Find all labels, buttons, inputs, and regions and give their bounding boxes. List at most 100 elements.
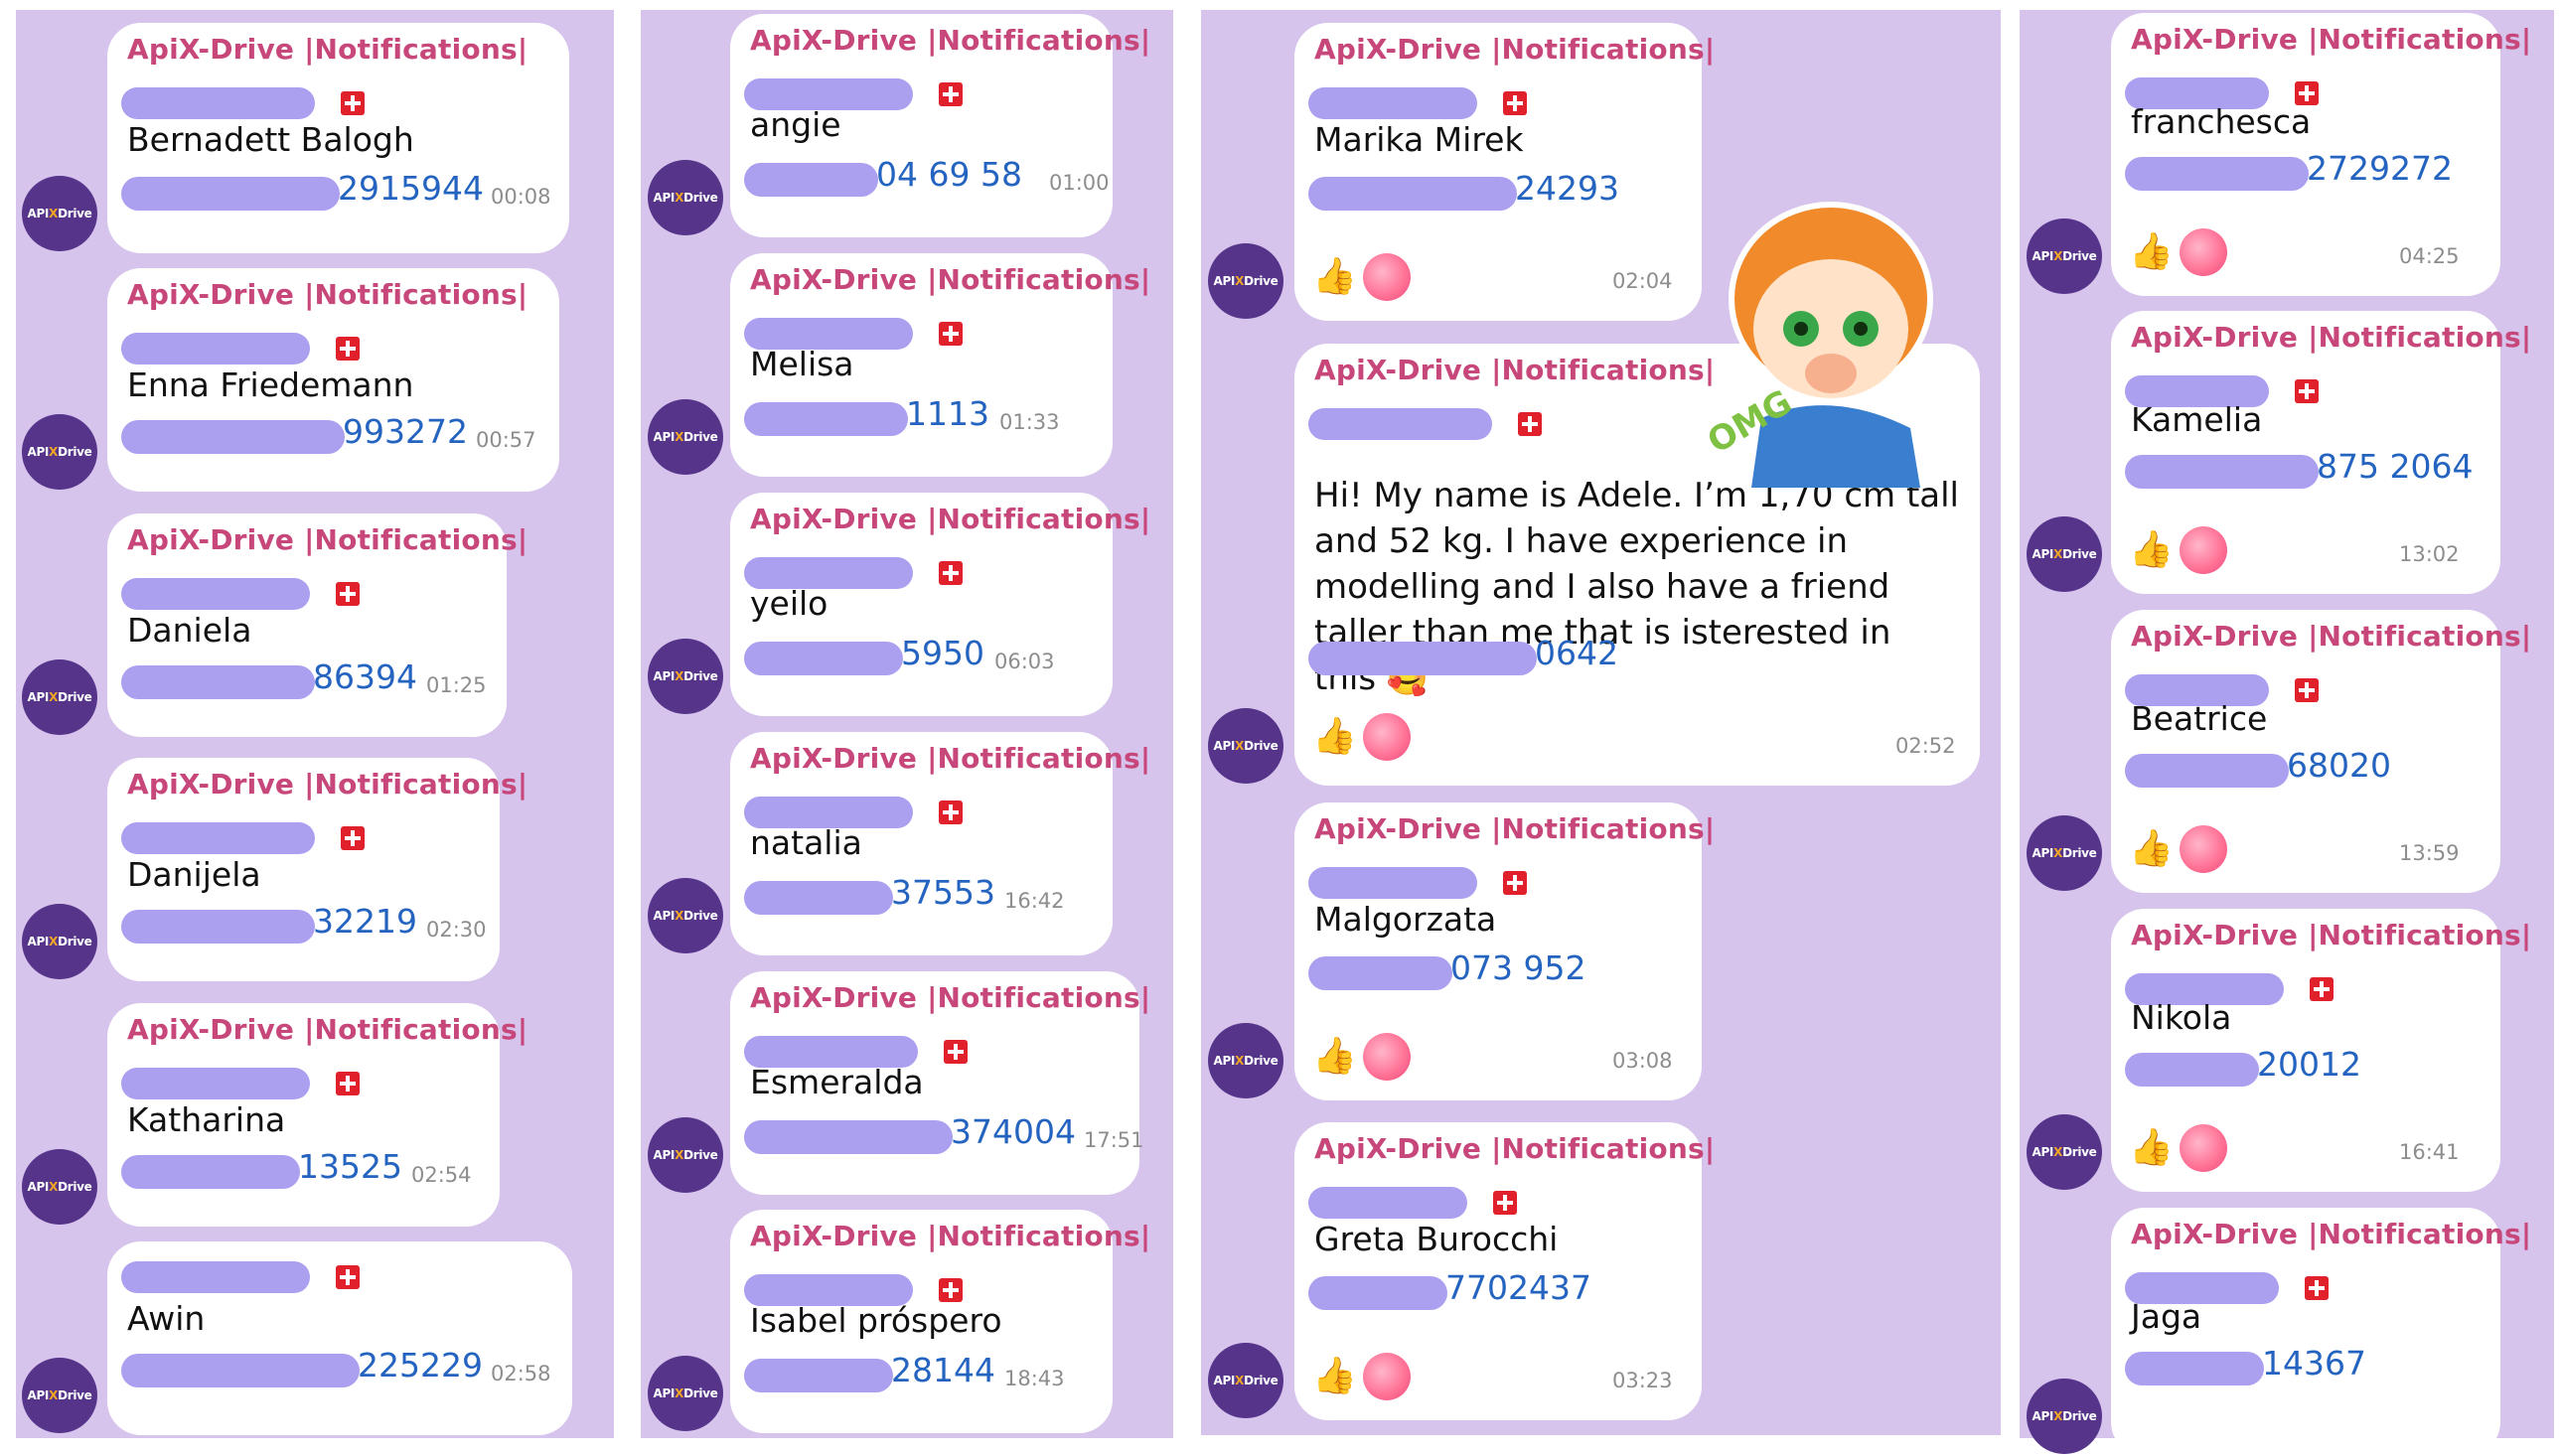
phone-number[interactable]: 1113 <box>906 394 989 433</box>
reactions[interactable]: 👍 <box>2129 228 2227 276</box>
avatar-label: APIXDrive <box>2032 547 2097 561</box>
bot-avatar[interactable]: APIXDrive <box>648 1117 723 1193</box>
message-bubble[interactable]: ApiX-Drive |Notifications| Isabel prósper… <box>730 1210 1150 1433</box>
phone-number[interactable]: 073 952 <box>1450 948 1585 987</box>
bot-avatar[interactable]: APIXDrive <box>648 639 723 714</box>
contact-name: Katharina <box>127 1100 286 1139</box>
contact-name: Jaga <box>2131 1297 2202 1336</box>
redacted-phone <box>744 402 908 436</box>
thumbs-up-icon: 👍 <box>1312 1356 1357 1396</box>
bot-avatar[interactable]: APIXDrive <box>648 160 723 235</box>
redacted-phone <box>2125 455 2319 489</box>
phone-number[interactable]: 0642 <box>1535 634 1618 672</box>
phone-number[interactable]: 32219 <box>313 902 417 941</box>
bot-avatar[interactable]: APIXDrive <box>22 1358 97 1433</box>
phone-number[interactable]: 374004 <box>951 1112 1076 1151</box>
bot-avatar[interactable]: APIXDrive <box>22 904 97 979</box>
bot-avatar[interactable]: APIXDrive <box>2027 516 2102 592</box>
message-bubble[interactable]: ApiX-Drive |Notifications| franchesca 2729… <box>2111 13 2531 296</box>
avatar-label: APIXDrive <box>2032 1145 2097 1159</box>
reactions[interactable]: 👍 <box>1312 1033 1411 1081</box>
message-bubble[interactable]: ApiX-Drive |Notifications| Beatrice 68020 1… <box>2111 610 2531 893</box>
message-time: 16:41 <box>2399 1140 2460 1164</box>
bot-avatar[interactable]: APIXDrive <box>648 1356 723 1431</box>
bot-avatar[interactable]: APIXDrive <box>1208 1343 1283 1418</box>
message-time: 02:04 <box>1612 269 1673 293</box>
sender-header: ApiX-Drive |Notifications| <box>1314 33 1716 66</box>
phone-number[interactable]: 37553 <box>891 873 995 912</box>
bot-avatar[interactable]: APIXDrive <box>22 176 97 251</box>
message-bubble[interactable]: ApiX-Drive |Notifications| Enna Friedeman… <box>107 268 559 492</box>
message-bubble[interactable]: ApiX-Drive |Notifications| Melisa 1113 01:3… <box>730 253 1150 477</box>
redacted-sender <box>121 822 315 854</box>
bot-avatar[interactable]: APIXDrive <box>2027 815 2102 891</box>
redacted-phone <box>1308 1276 1447 1310</box>
message-bubble[interactable]: ApiX-Drive |Notifications| Bernadett Balo… <box>107 23 569 253</box>
thumbs-up-icon: 👍 <box>1312 1036 1357 1077</box>
bot-avatar[interactable]: APIXDrive <box>648 399 723 475</box>
message-bubble[interactable]: ApiX-Drive |Notifications| Marika Mirek 24… <box>1294 23 1715 321</box>
message-bubble[interactable]: ApiX-Drive |Notifications| Esmeralda 37400… <box>730 971 1150 1195</box>
phone-number[interactable]: 24293 <box>1515 169 1619 208</box>
bot-avatar[interactable]: APIXDrive <box>22 1149 97 1225</box>
avatar-label: APIXDrive <box>2032 1409 2097 1423</box>
swiss-flag-icon <box>939 322 963 346</box>
message-bubble[interactable]: ApiX-Drive |Notifications| Malgorzata 073 … <box>1294 802 1715 1100</box>
phone-number[interactable]: 5950 <box>901 634 984 672</box>
bot-avatar[interactable]: APIXDrive <box>22 659 97 735</box>
phone-number[interactable]: 20012 <box>2257 1045 2361 1084</box>
reactions[interactable]: 👍 <box>1312 253 1411 301</box>
reactions[interactable]: 👍 <box>2129 526 2227 574</box>
swiss-flag-icon <box>336 1072 360 1095</box>
message-bubble[interactable]: ApiX-Drive |Notifications| Daniela 86394 01… <box>107 513 527 737</box>
redacted-sender <box>121 578 310 610</box>
omg-sticker-icon: OMG <box>1701 190 1960 492</box>
message-bubble[interactable]: ApiX-Drive |Notifications| natalia 37553 16… <box>730 732 1150 955</box>
bot-avatar[interactable]: APIXDrive <box>2027 1114 2102 1190</box>
swiss-flag-icon <box>2295 379 2319 403</box>
reactions[interactable]: 👍 <box>1312 713 1411 761</box>
bot-avatar[interactable]: APIXDrive <box>648 878 723 953</box>
phone-number[interactable]: 993272 <box>343 412 468 451</box>
phone-number[interactable]: 28144 <box>891 1351 995 1389</box>
reactions[interactable]: 👍 <box>1312 1353 1411 1400</box>
phone-number[interactable]: 875 2064 <box>2317 447 2473 486</box>
phone-number[interactable]: 2729272 <box>2307 149 2453 188</box>
message-time: 13:59 <box>2399 841 2460 865</box>
message-bubble[interactable]: ApiX-Drive |Notifications| Greta Burocchi… <box>1294 1122 1715 1420</box>
message-bubble[interactable]: ApiX-Drive |Notifications| Katharina 13525… <box>107 1003 527 1227</box>
phone-number[interactable]: 04 69 58 <box>876 155 1022 194</box>
bot-avatar[interactable]: APIXDrive <box>1208 1023 1283 1098</box>
phone-number[interactable]: 13525 <box>298 1147 402 1186</box>
phone-number[interactable]: 225229 <box>358 1346 483 1384</box>
avatar-label: APIXDrive <box>653 430 718 444</box>
message-time: 13:02 <box>2399 542 2460 566</box>
phone-number[interactable]: 86394 <box>313 657 417 696</box>
message-bubble[interactable]: ApiX-Drive |Notifications| angie 04 69 58 0… <box>730 14 1150 237</box>
message-bubble[interactable]: ApiX-Drive |Notifications| Kamelia 875 206… <box>2111 311 2531 594</box>
bot-avatar[interactable]: APIXDrive <box>22 414 97 490</box>
swiss-flag-icon <box>336 1265 360 1289</box>
reactions[interactable]: 👍 <box>2129 825 2227 873</box>
redacted-sender <box>121 87 315 119</box>
phone-number[interactable]: 68020 <box>2287 746 2391 785</box>
phone-number[interactable]: 7702437 <box>1445 1268 1591 1307</box>
message-bubble[interactable]: ApiX-Drive |Notifications| Jaga 14367 <box>2111 1208 2531 1456</box>
message-bubble[interactable]: ApiX-Drive |Notifications| Nikola 20012 16:… <box>2111 909 2531 1192</box>
message-bubble[interactable]: ApiX-Drive |Notifications| Danijela 32219 0… <box>107 758 527 981</box>
bot-avatar[interactable]: APIXDrive <box>1208 243 1283 319</box>
thumbs-up-icon: 👍 <box>1312 716 1357 757</box>
sender-header: ApiX-Drive |Notifications| <box>127 33 528 66</box>
phone-number[interactable]: 2915944 <box>338 169 484 208</box>
bot-avatar[interactable]: APIXDrive <box>2027 218 2102 294</box>
redacted-sender <box>1308 408 1492 440</box>
message-bubble[interactable]: ApiX-Drive |Notifications| yeilo 5950 06:03 <box>730 493 1150 716</box>
reactions[interactable]: 👍 <box>2129 1124 2227 1172</box>
peach-icon <box>1362 1353 1411 1400</box>
contact-name: Nikola <box>2131 998 2232 1037</box>
phone-number[interactable]: 14367 <box>2262 1344 2366 1383</box>
bot-avatar[interactable]: APIXDrive <box>1208 708 1283 784</box>
message-bubble[interactable]: Awin 225229 02:58 <box>107 1241 572 1435</box>
sender-header: ApiX-Drive |Notifications| <box>750 24 1151 57</box>
bot-avatar[interactable]: APIXDrive <box>2027 1379 2102 1454</box>
